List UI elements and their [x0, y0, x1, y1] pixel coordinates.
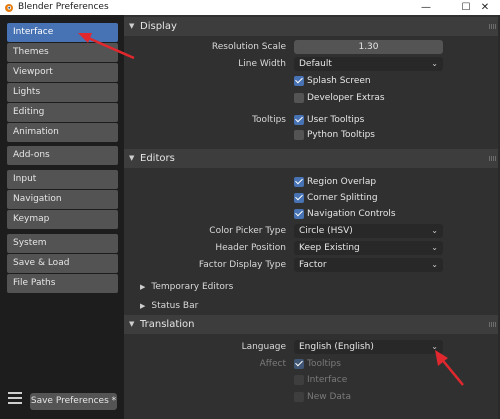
save-preferences-button[interactable]: Save Preferences * — [30, 393, 117, 410]
sidebar-item-lights[interactable]: Lights — [7, 83, 118, 102]
checkbox-label: Python Tooltips — [307, 130, 375, 140]
sidebar-item-keymap[interactable]: Keymap — [7, 210, 118, 229]
checkbox-label: New Data — [307, 392, 351, 402]
panel-expanded-icon: ▼ — [129, 22, 135, 30]
window-title: Blender Preferences — [18, 2, 109, 12]
hamburger-menu-icon[interactable] — [8, 392, 22, 406]
checkbox-checked-icon — [294, 76, 304, 86]
nav-group-general: Interface Themes Viewport Lights Editing… — [7, 23, 118, 143]
resolution-scale-label: Resolution Scale — [211, 42, 286, 52]
sidebar-item-addons[interactable]: Add-ons — [7, 146, 118, 165]
line-width-value: Default — [299, 59, 332, 69]
checkbox-label: Developer Extras — [307, 93, 385, 103]
checkbox-label: Splash Screen — [307, 76, 371, 86]
checkbox-unchecked-icon — [294, 93, 304, 103]
subpanel-temporary-editors[interactable]: ▶ Temporary Editors — [140, 282, 233, 292]
checkbox-unchecked-icon — [294, 375, 304, 385]
panel-header-editors[interactable]: ▼ Editors — [124, 149, 500, 168]
drag-grip-icon[interactable] — [489, 322, 497, 327]
panel-expanded-icon: ▼ — [129, 320, 135, 328]
checkbox-checked-icon — [294, 193, 304, 203]
panel-title: Editors — [140, 153, 175, 164]
panel-header-translation[interactable]: ▼ Translation — [124, 315, 500, 334]
title-bar: Blender Preferences — ☐ ✕ — [0, 0, 500, 15]
panel-title: Display — [140, 21, 177, 32]
language-dropdown[interactable]: English (English) ⌄ — [294, 340, 443, 354]
header-position-value: Keep Existing — [299, 243, 360, 253]
language-value: English (English) — [299, 342, 374, 352]
line-width-label: Line Width — [238, 59, 286, 69]
sidebar-item-themes[interactable]: Themes — [7, 43, 118, 62]
checkbox-label: Tooltips — [307, 359, 341, 369]
minimize-button[interactable]: — — [411, 0, 441, 15]
panel-collapsed-icon: ▶ — [140, 283, 146, 291]
header-position-dropdown[interactable]: Keep Existing ⌄ — [294, 241, 443, 255]
nav-group-system: System Save & Load File Paths — [7, 234, 118, 294]
preferences-content: ▼ Display Resolution Scale 1.30 Line Wid… — [124, 15, 500, 419]
checkbox-checked-icon — [294, 115, 304, 125]
sidebar-item-save-load[interactable]: Save & Load — [7, 254, 118, 273]
checkbox-checked-icon — [294, 177, 304, 187]
sidebar-item-navigation[interactable]: Navigation — [7, 190, 118, 209]
factor-display-label: Factor Display Type — [198, 260, 286, 270]
line-width-dropdown[interactable]: Default ⌄ — [294, 57, 443, 71]
chevron-down-icon: ⌄ — [431, 226, 438, 235]
factor-display-value: Factor — [299, 260, 327, 270]
color-picker-dropdown[interactable]: Circle (HSV) ⌄ — [294, 224, 443, 238]
nav-group-addons: Add-ons — [7, 146, 118, 166]
sidebar-item-animation[interactable]: Animation — [7, 123, 118, 142]
nav-group-input: Input Navigation Keymap — [7, 170, 118, 230]
checkbox-label: Region Overlap — [307, 177, 377, 187]
affect-label: Affect — [259, 359, 286, 369]
close-button[interactable]: ✕ — [470, 0, 500, 15]
checkbox-checked-icon — [294, 359, 304, 369]
checkbox-unchecked-icon — [294, 130, 304, 140]
checkbox-label: Corner Splitting — [307, 193, 378, 203]
sidebar-item-file-paths[interactable]: File Paths — [7, 274, 118, 293]
subpanel-status-bar[interactable]: ▶ Status Bar — [140, 301, 198, 311]
panel-header-display[interactable]: ▼ Display — [124, 17, 500, 36]
panel-title: Translation — [140, 319, 195, 330]
sidebar-item-editing[interactable]: Editing — [7, 103, 118, 122]
drag-grip-icon[interactable] — [489, 24, 497, 29]
color-picker-value: Circle (HSV) — [299, 226, 353, 236]
chevron-down-icon: ⌄ — [431, 243, 438, 252]
header-position-label: Header Position — [215, 243, 286, 253]
sidebar-item-system[interactable]: System — [7, 234, 118, 253]
resolution-scale-field[interactable]: 1.30 — [294, 40, 443, 54]
checkbox-unchecked-icon — [294, 392, 304, 402]
tooltips-label: Tooltips — [252, 115, 286, 125]
checkbox-label: Interface — [307, 375, 348, 385]
sidebar-item-viewport[interactable]: Viewport — [7, 63, 118, 82]
chevron-down-icon: ⌄ — [431, 260, 438, 269]
language-label: Language — [241, 342, 286, 352]
panel-expanded-icon: ▼ — [129, 154, 135, 162]
sidebar-item-interface[interactable]: Interface — [7, 23, 118, 42]
subpanel-title: Temporary Editors — [151, 282, 234, 292]
blender-logo-icon — [5, 4, 13, 12]
chevron-down-icon: ⌄ — [431, 342, 438, 351]
sidebar: Interface Themes Viewport Lights Editing… — [0, 15, 124, 419]
chevron-down-icon: ⌄ — [431, 59, 438, 68]
checkbox-label: Navigation Controls — [307, 209, 396, 219]
panel-collapsed-icon: ▶ — [140, 302, 146, 310]
factor-display-dropdown[interactable]: Factor ⌄ — [294, 258, 443, 272]
checkbox-checked-icon — [294, 209, 304, 219]
sidebar-item-input[interactable]: Input — [7, 170, 118, 189]
subpanel-title: Status Bar — [151, 301, 199, 311]
checkbox-label: User Tooltips — [307, 115, 365, 125]
color-picker-label: Color Picker Type — [209, 226, 286, 236]
drag-grip-icon[interactable] — [489, 156, 497, 161]
